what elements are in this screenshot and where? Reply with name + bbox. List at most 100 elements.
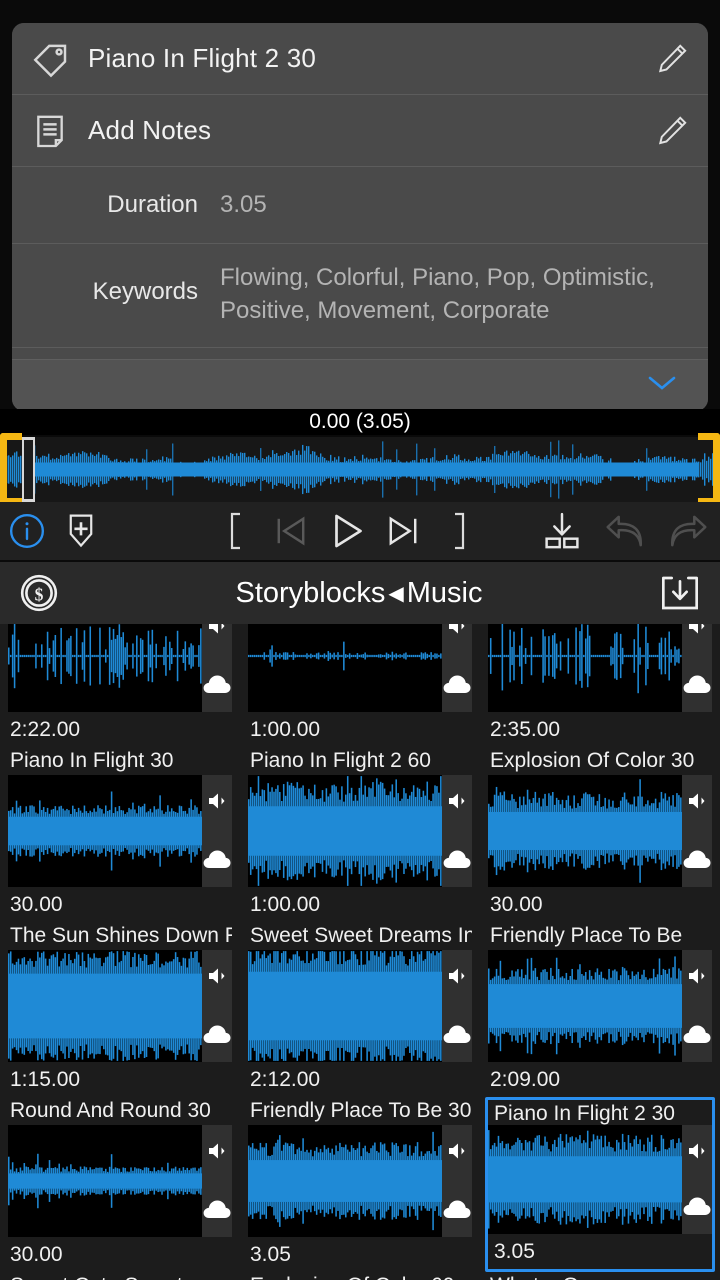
- music-tile[interactable]: The Sun Shines Down Full 1:15.00: [0, 922, 240, 1097]
- music-tile-body[interactable]: [488, 1125, 712, 1234]
- speaker-icon[interactable]: [684, 1139, 710, 1168]
- speaker-icon[interactable]: [684, 624, 710, 643]
- music-tile-waveform[interactable]: [248, 624, 442, 712]
- music-tile-waveform[interactable]: [248, 775, 442, 887]
- clip-notes-row[interactable]: Add Notes: [12, 95, 708, 167]
- music-tile-waveform[interactable]: [488, 775, 682, 887]
- cloud-icon[interactable]: [202, 673, 232, 700]
- speaker-icon[interactable]: [204, 1139, 230, 1168]
- speaker-icon[interactable]: [204, 624, 230, 643]
- music-tile-waveform[interactable]: [8, 950, 202, 1062]
- music-tile[interactable]: What a Groove: [480, 1272, 720, 1280]
- music-tile[interactable]: Piano In Flight 2 60 1:00.00: [240, 747, 480, 922]
- metadata-collapse-bar[interactable]: [12, 359, 708, 411]
- back-caret-icon[interactable]: ◀: [388, 581, 403, 606]
- insert-button[interactable]: [531, 502, 594, 560]
- dollar-coin-icon[interactable]: $: [18, 572, 60, 614]
- music-tile-body[interactable]: [248, 950, 472, 1062]
- trim-out-handle[interactable]: [698, 433, 720, 505]
- music-tile-waveform[interactable]: [8, 624, 202, 712]
- speaker-icon[interactable]: [204, 964, 230, 993]
- previous-track-button[interactable]: [263, 502, 319, 560]
- music-tile-waveform[interactable]: [248, 950, 442, 1062]
- music-grid-area[interactable]: 2:22.00 1:00.00 2:35.00 Piano In Flight 30 3…: [0, 624, 720, 1280]
- music-tile[interactable]: Explosion Of Color 30 30.00: [480, 747, 720, 922]
- cloud-icon: [203, 675, 231, 693]
- music-tile-body[interactable]: [248, 624, 472, 712]
- music-tile-title: The Sun Shines Down Full: [10, 924, 232, 947]
- mark-in-button[interactable]: [208, 502, 264, 560]
- music-tile[interactable]: Piano In Flight 30 30.00: [0, 747, 240, 922]
- info-button[interactable]: [0, 502, 54, 560]
- cloud-icon[interactable]: [202, 1023, 232, 1050]
- edit-title-button[interactable]: [638, 41, 690, 77]
- speaker-icon[interactable]: [444, 789, 470, 818]
- speaker-icon[interactable]: [684, 789, 710, 818]
- main-waveform-strip[interactable]: [0, 437, 720, 502]
- music-tile-body[interactable]: [248, 1125, 472, 1237]
- music-tile-body[interactable]: [8, 775, 232, 887]
- speaker-icon[interactable]: [444, 624, 470, 643]
- music-tile[interactable]: Explosion Of Color 60: [240, 1272, 480, 1280]
- chevron-down-icon[interactable]: [642, 371, 682, 400]
- music-tile-actions: [202, 775, 232, 887]
- clip-title-row[interactable]: Piano In Flight 2 30: [12, 23, 708, 95]
- cloud-icon[interactable]: [682, 673, 712, 700]
- music-tile[interactable]: Sweet Sweet Dreams Ins... 2:12.00: [240, 922, 480, 1097]
- cloud-icon: [203, 1025, 231, 1043]
- selected-tile-frame[interactable]: Piano In Flight 2 30 3.05: [485, 1097, 715, 1272]
- music-tile[interactable]: 1:00.00: [240, 624, 480, 747]
- speaker-icon[interactable]: [444, 964, 470, 993]
- music-tile[interactable]: Friendly Place To Be 30 3.05: [240, 1097, 480, 1272]
- music-tile-body[interactable]: [8, 1125, 232, 1237]
- download-tray-icon[interactable]: [658, 573, 702, 613]
- mark-out-button[interactable]: [431, 502, 487, 560]
- speaker-icon[interactable]: [204, 789, 230, 818]
- music-tile-body[interactable]: [488, 624, 712, 712]
- music-tile[interactable]: Friendly Place To Be 2:09.00: [480, 922, 720, 1097]
- cloud-icon[interactable]: [442, 1198, 472, 1225]
- trim-in-handle[interactable]: [0, 433, 22, 505]
- cloud-icon[interactable]: [442, 848, 472, 875]
- undo-button[interactable]: [594, 502, 657, 560]
- speaker-icon[interactable]: [444, 1139, 470, 1168]
- music-tile-body[interactable]: [248, 775, 472, 887]
- music-tile-duration: 30.00: [10, 893, 63, 916]
- music-tile-duration: 2:35.00: [490, 718, 561, 741]
- play-button[interactable]: [319, 502, 375, 560]
- music-tile-actions: [442, 1125, 472, 1237]
- music-tile-title: What a Groove: [488, 1272, 712, 1280]
- music-tile[interactable]: Round And Round 30 30.00: [0, 1097, 240, 1272]
- music-tile-waveform[interactable]: [8, 775, 202, 887]
- music-tile-body[interactable]: [8, 624, 232, 712]
- music-tile-waveform[interactable]: [488, 1125, 682, 1234]
- music-tile[interactable]: Piano In Flight 2 30 3.05: [480, 1097, 720, 1272]
- cloud-icon[interactable]: [202, 1198, 232, 1225]
- music-tile-body[interactable]: [488, 950, 712, 1062]
- app-screen: Piano In Flight 2 30 Add Notes Duration …: [0, 0, 720, 1280]
- add-marker-button[interactable]: [54, 502, 108, 560]
- cloud-icon[interactable]: [442, 673, 472, 700]
- music-tile-waveform[interactable]: [248, 1125, 442, 1237]
- music-tile-waveform[interactable]: [8, 1125, 202, 1237]
- main-waveform[interactable]: [0, 437, 720, 502]
- music-tile-body[interactable]: [488, 775, 712, 887]
- next-track-button[interactable]: [375, 502, 431, 560]
- music-tile-body[interactable]: [8, 950, 232, 1062]
- cloud-icon[interactable]: [442, 1023, 472, 1050]
- cloud-icon[interactable]: [682, 848, 712, 875]
- music-tile[interactable]: 2:35.00: [480, 624, 720, 747]
- cloud-icon[interactable]: [202, 848, 232, 875]
- speaker-icon: [209, 1143, 225, 1159]
- redo-button[interactable]: [657, 502, 720, 560]
- speaker-icon[interactable]: [684, 964, 710, 993]
- music-tile-waveform[interactable]: [488, 624, 682, 712]
- metadata-scroll-area[interactable]: Piano In Flight 2 30 Add Notes Duration …: [12, 23, 708, 359]
- music-tile[interactable]: Sweet Cute Sweet: [0, 1272, 240, 1280]
- edit-notes-button[interactable]: [638, 113, 690, 149]
- cloud-icon[interactable]: [682, 1195, 712, 1222]
- cloud-icon[interactable]: [682, 1023, 712, 1050]
- music-tile-waveform[interactable]: [488, 950, 682, 1062]
- cloud-icon: [443, 1200, 471, 1218]
- music-tile[interactable]: 2:22.00: [0, 624, 240, 747]
